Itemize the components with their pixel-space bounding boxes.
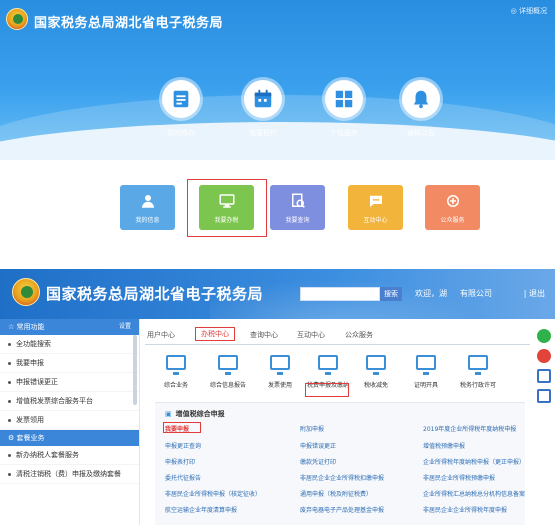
panel-link[interactable]: 申报表打印 <box>165 457 195 466</box>
grid-icon <box>335 90 353 108</box>
tax-center-screen: 国家税务总局湖北省电子税务局 搜索 欢迎，湖 有限公司 | 退出 ☆ 常用功能 … <box>0 269 555 525</box>
declare-link[interactable]: 我要申报 <box>165 424 189 433</box>
package-icon: ⚙ <box>8 434 17 442</box>
panel-link[interactable]: 废弃电器电子产品处理基金申报 <box>300 505 384 514</box>
interaction-card[interactable]: 互动中心 <box>348 185 403 230</box>
tile-label: 通知公告 <box>407 129 435 137</box>
weibo-float-icon[interactable] <box>537 349 551 363</box>
panel-link[interactable]: 航空运输企业年度清算申报 <box>165 505 237 514</box>
sidebar-header: ☆ 常用功能 设置 <box>0 319 139 335</box>
calendar-list-icon <box>173 90 189 108</box>
sidebar-item[interactable]: 新办纳税人套餐服务 <box>0 446 139 465</box>
card-label: 我的信息 <box>135 216 160 224</box>
panel-link[interactable]: 委托代征报告 <box>165 473 201 482</box>
function-cards: 我的信息 我要办税 我要查询 互动中心 公众服务 <box>0 160 555 255</box>
panel-link[interactable]: 非居民企业企业所得税扣缴申报 <box>300 473 384 482</box>
search-doc-icon <box>291 193 305 208</box>
main-content: 用户中心 办税中心 查询中心 互动中心 公众服务 综合业务 综合信息报告 发票使… <box>145 319 530 525</box>
search-input[interactable] <box>300 287 380 301</box>
site-title: 国家税务总局湖北省电子税务局 <box>34 16 224 31</box>
sidebar-scrollbar[interactable] <box>133 335 137 405</box>
sidebar-header-label: 套餐业务 <box>16 434 45 442</box>
print-float-icon[interactable] <box>537 389 551 403</box>
vat-declaration-panel: 增值税综合申报 我要申报 申报更正查询 申报表打印 委托代征报告 非居民企业所得… <box>155 402 525 525</box>
sidebar-item[interactable]: 清税注销税（费）申报及缴纳套餐 <box>0 465 139 484</box>
header-bar: 国家税务总局湖北省电子税务局 搜索 欢迎，湖 有限公司 | 退出 <box>0 269 555 319</box>
chat-icon <box>369 195 382 207</box>
tab-user-center[interactable]: 用户中心 <box>147 330 175 340</box>
highlight-box <box>187 179 267 237</box>
company-name: 有限公司 <box>460 289 492 298</box>
chat-float-icon[interactable] <box>537 329 551 343</box>
panel-title: 增值税综合申报 <box>165 409 225 419</box>
my-info-card[interactable]: 我的信息 <box>120 185 175 230</box>
card-label: 互动中心 <box>363 216 388 224</box>
panel-link[interactable]: 缴款凭证打印 <box>300 457 336 466</box>
tab-query-center[interactable]: 查询中心 <box>250 330 278 340</box>
monitor-icon <box>468 355 488 375</box>
query-card[interactable]: 我要查询 <box>270 185 325 230</box>
panel-link[interactable]: 非居民企业所得税申报（核定征收） <box>165 489 261 498</box>
tab-tax-center[interactable]: 办税中心 <box>195 327 235 341</box>
tax-emblem-logo <box>12 278 40 306</box>
user-icon <box>141 194 154 208</box>
highlight-box <box>305 383 349 397</box>
sidebar: ☆ 常用功能 设置 全功能搜索 我要申报 申报错误更正 增值税发票综合服务平台 … <box>0 319 140 525</box>
panel-link[interactable]: 企业所得税年度纳税申报（更正申报） <box>423 457 525 466</box>
personal-service-tile-button[interactable] <box>325 80 363 118</box>
monitor-icon <box>318 355 338 375</box>
tab-interaction-center[interactable]: 互动中心 <box>297 330 325 340</box>
tax-emblem-logo <box>6 8 28 30</box>
sidebar-item[interactable]: 申报错误更正 <box>0 373 139 392</box>
bell-icon <box>413 90 429 109</box>
detail-link[interactable]: ◎ 详细概况 <box>511 6 547 16</box>
monitor-icon <box>270 355 290 375</box>
public-service-card[interactable]: 公众服务 <box>425 185 480 230</box>
panel-link[interactable]: 非居民企业企业所得税年度申报 <box>423 505 507 514</box>
panel-link[interactable]: 非居民企业所得税预缴申报 <box>423 473 495 482</box>
card-label: 我要查询 <box>285 216 310 224</box>
sidebar-item[interactable]: 发票领用 <box>0 411 139 430</box>
monitor-icon <box>166 355 186 375</box>
tab-bar: 用户中心 办税中心 查询中心 互动中心 公众服务 <box>145 327 530 345</box>
tile-label: 我要预约 <box>249 129 277 137</box>
panel-link[interactable]: 附加申报 <box>300 424 324 433</box>
tile-label: 我的待办 <box>167 129 195 137</box>
service-icon <box>446 194 459 207</box>
search-button[interactable]: 搜索 <box>380 287 402 301</box>
service-label: 税务行政许可 <box>459 382 496 389</box>
panel-link[interactable]: 申报错误更正 <box>300 441 336 450</box>
sidebar-header: ⚙ 套餐业务 <box>0 430 139 446</box>
welcome-text: 欢迎，湖 <box>415 289 447 298</box>
monitor-icon <box>218 355 238 375</box>
panel-link[interactable]: 申报更正查询 <box>165 441 201 450</box>
notice-tile-button[interactable] <box>402 80 440 118</box>
sidebar-item[interactable]: 增值税发票综合服务平台 <box>0 392 139 411</box>
screenshot-frame: 国家税务总局湖北省电子税务局 ◎ 详细概况 我的待办 我要预约 个性服务 通知公… <box>0 0 555 525</box>
appointment-tile-button[interactable] <box>244 80 282 118</box>
todo-tile-button[interactable] <box>162 80 200 118</box>
top-banner: 国家税务总局湖北省电子税务局 ◎ 详细概况 我的待办 我要预约 个性服务 通知公… <box>0 0 555 160</box>
panel-link[interactable]: 2019年度企业所得税年度纳税申报 <box>423 424 516 433</box>
calendar-icon <box>254 89 272 108</box>
settings-link[interactable]: 设置 <box>119 319 131 335</box>
divider <box>0 255 555 269</box>
tab-public-service[interactable]: 公众服务 <box>345 330 373 340</box>
sidebar-header-label: 常用功能 <box>16 323 45 331</box>
sidebar-item[interactable]: 我要申报 <box>0 354 139 373</box>
star-icon: ☆ <box>8 323 17 331</box>
panel-link[interactable]: 企业所得税汇总纳税总分机构信息备案 <box>423 489 525 498</box>
logout-link[interactable]: | 退出 <box>524 288 545 299</box>
sidebar-item[interactable]: 全功能搜索 <box>0 335 139 354</box>
panel-link[interactable]: 通用申报（税及附征税费） <box>300 489 372 498</box>
tile-label: 个性服务 <box>330 129 358 137</box>
card-label: 公众服务 <box>440 216 465 224</box>
site-title: 国家税务总局湖北省电子税务局 <box>46 285 264 303</box>
service-item[interactable]: 税务行政许可 <box>447 349 509 389</box>
panel-link[interactable]: 增值税预缴申报 <box>423 441 465 450</box>
monitor-icon <box>416 355 436 375</box>
print-float-icon[interactable] <box>537 369 551 383</box>
monitor-icon <box>366 355 386 375</box>
